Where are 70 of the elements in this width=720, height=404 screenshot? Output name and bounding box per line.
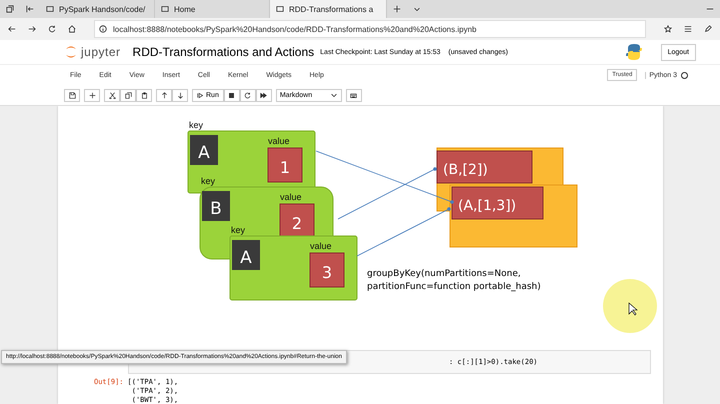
- restart-icon: [244, 92, 252, 98]
- save-icon: [68, 92, 76, 98]
- value-label: value: [310, 241, 332, 251]
- key-label: key: [189, 120, 204, 130]
- caption-text: groupByKey(numPartitions=None,: [367, 269, 521, 279]
- value-text: 3: [322, 263, 332, 282]
- star-icon[interactable]: [664, 25, 672, 33]
- copy-button[interactable]: [120, 88, 136, 102]
- value-tile: [268, 148, 302, 182]
- copy-icon: [124, 92, 132, 98]
- paste-button[interactable]: [136, 88, 152, 102]
- favorites-icon[interactable]: [684, 25, 692, 33]
- result-text: (B,[2]): [443, 162, 488, 178]
- arrow-up-icon: [160, 92, 168, 98]
- browser-tab[interactable]: RDD-Transformations a: [270, 0, 387, 18]
- info-icon[interactable]: [99, 25, 107, 33]
- value-tile: [310, 252, 344, 288]
- caption-text: partitionFunc=function portable_hash): [367, 282, 541, 292]
- clipboard-icon: [140, 92, 148, 98]
- chevron-down-icon[interactable]: [413, 5, 421, 13]
- fast-forward-button[interactable]: [256, 88, 272, 102]
- refresh-icon[interactable]: [48, 25, 56, 33]
- result-text: (A,[1,3]): [458, 198, 516, 214]
- scissors-icon: [108, 92, 116, 98]
- jupyter-logo-icon: [64, 44, 78, 60]
- pen-icon[interactable]: [704, 25, 712, 33]
- back-tabs-icon[interactable]: [26, 5, 34, 13]
- caret-icon: [330, 91, 338, 99]
- value-tile: [280, 204, 314, 238]
- cursor-icon: [628, 302, 638, 316]
- jupyter-logo-text: jupyter: [81, 45, 121, 59]
- plus-icon: [88, 92, 96, 98]
- move-down-button[interactable]: [172, 88, 188, 102]
- arrow-down-icon: [176, 92, 184, 98]
- stop-icon: [228, 92, 236, 98]
- keyboard-icon: [350, 92, 358, 98]
- step-icon: [197, 92, 204, 98]
- forward-icon[interactable]: [28, 25, 36, 33]
- value-label: value: [280, 192, 302, 202]
- key-tile: [232, 240, 260, 270]
- restart-button[interactable]: [240, 88, 256, 102]
- key-tile: [202, 191, 230, 221]
- page-icon: [161, 5, 169, 13]
- value-text: 2: [292, 214, 302, 233]
- tab-actions-icon[interactable]: [6, 5, 14, 13]
- key-text: A: [198, 143, 210, 163]
- address-field[interactable]: localhost:8888/notebooks/PySpark%20Handson/code/RDD-Transformations%20and%20Actions.ipynb: [94, 20, 646, 38]
- cursor-highlight: [603, 279, 657, 333]
- keyboard-button[interactable]: [346, 88, 362, 102]
- key-tile: [190, 135, 218, 165]
- page-icon: [46, 5, 54, 13]
- key-label: key: [201, 176, 216, 186]
- key-label: key: [231, 225, 246, 235]
- value-label: value: [268, 136, 290, 146]
- new-tab-icon[interactable]: [393, 5, 401, 13]
- python-logo-icon: [624, 43, 643, 61]
- fast-forward-icon: [260, 92, 268, 98]
- add-cell-button[interactable]: [84, 88, 100, 102]
- move-up-button[interactable]: [156, 88, 172, 102]
- save-button[interactable]: [64, 88, 80, 102]
- kernel-status-icon: [681, 72, 688, 78]
- key-text: B: [210, 199, 222, 219]
- back-icon[interactable]: [8, 25, 16, 33]
- value-text: 1: [280, 158, 290, 177]
- notebook-title[interactable]: RDD-Transformations and Actions: [132, 45, 314, 59]
- home-icon[interactable]: [68, 25, 76, 33]
- stop-button[interactable]: [224, 88, 240, 102]
- key-text: A: [240, 248, 252, 268]
- page-icon: [276, 5, 284, 13]
- cut-button[interactable]: [104, 88, 120, 102]
